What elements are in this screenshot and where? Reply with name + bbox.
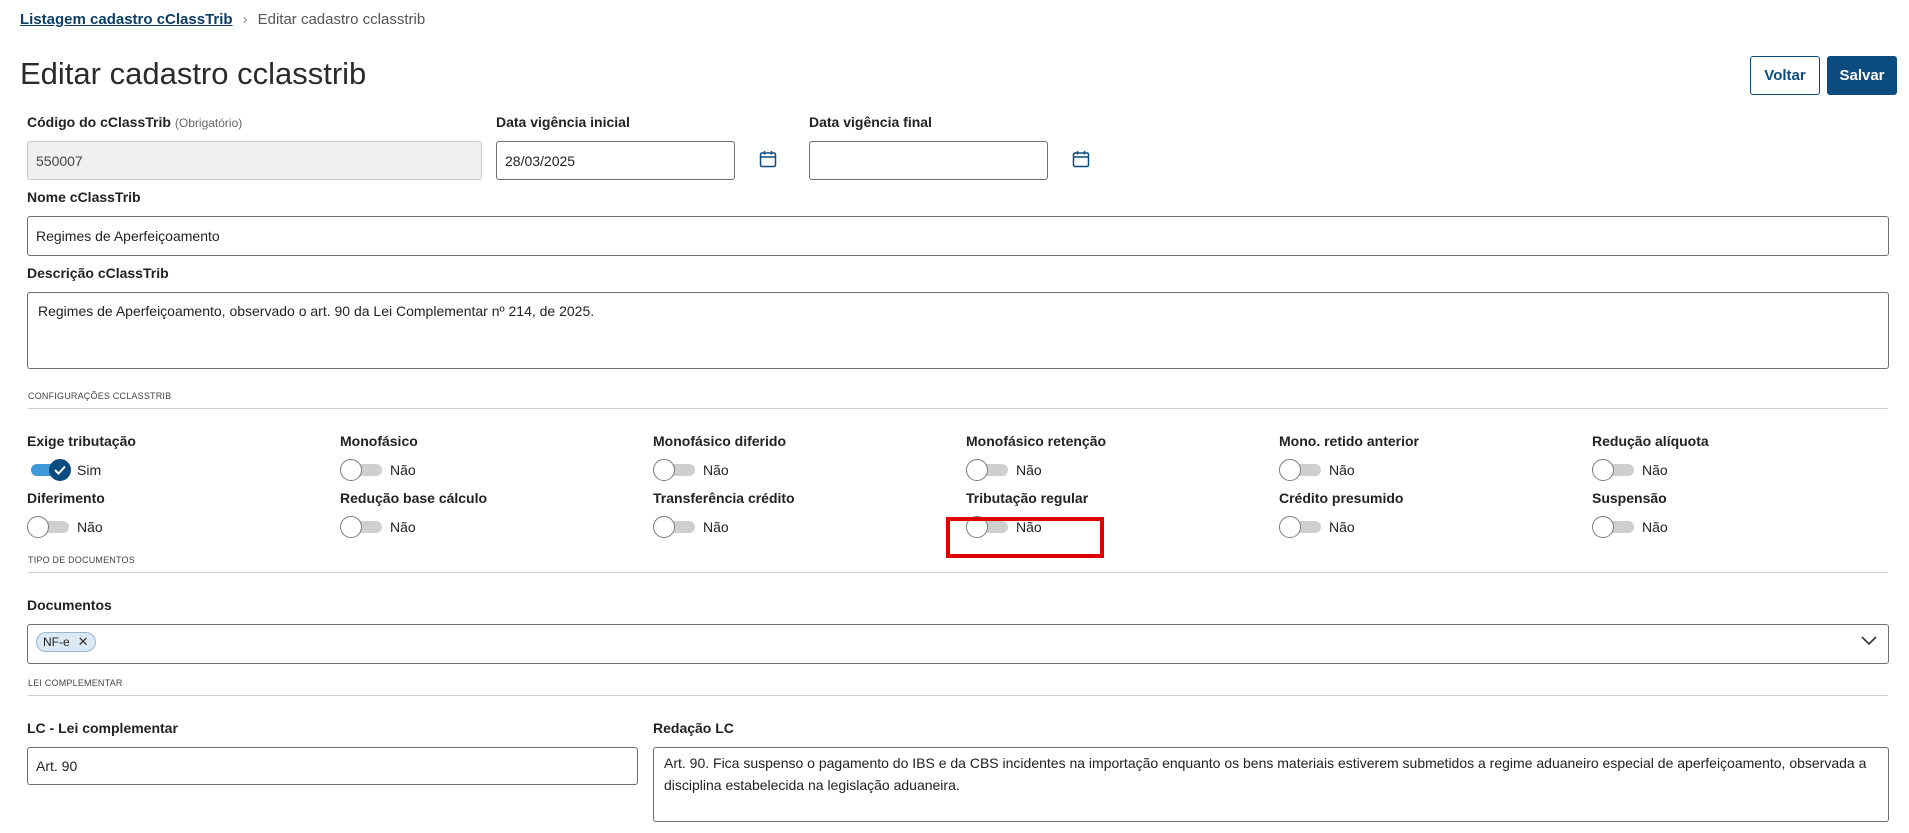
toggle-value: Não — [1329, 462, 1355, 478]
toggle-value: Não — [1016, 462, 1042, 478]
descricao-textarea[interactable]: Regimes de Aperfeiçoamento, observado o … — [27, 292, 1889, 369]
chip-label: NF-e — [43, 635, 70, 649]
codigo-field: 550007 — [27, 141, 482, 180]
toggle-label: Monofásico — [340, 433, 418, 449]
toggle-value: Sim — [77, 462, 102, 478]
lc-section-title: LEI COMPLEMENTAR — [28, 678, 123, 688]
toggle-switch[interactable] — [1592, 459, 1636, 481]
toggle-switch[interactable] — [27, 459, 71, 481]
toggle-switch[interactable] — [653, 516, 697, 538]
document-chip: NF-e ✕ — [36, 632, 96, 652]
toggle-label: Tributação regular — [966, 490, 1089, 506]
breadcrumb-current: Editar cadastro cclasstrib — [257, 11, 426, 28]
divider — [28, 695, 1888, 696]
chevron-down-icon[interactable] — [1861, 636, 1877, 646]
toggle-label: Crédito presumido — [1279, 490, 1404, 506]
breadcrumb: Listagem cadastro cClassTrib › Editar ca… — [20, 11, 425, 28]
toggle-switch[interactable] — [27, 516, 71, 538]
toggle-switch[interactable] — [1279, 516, 1323, 538]
save-button[interactable]: Salvar — [1827, 56, 1897, 95]
toggle-label: Mono. retido anterior — [1279, 433, 1419, 449]
toggle-value: Não — [1329, 519, 1355, 535]
breadcrumb-link-listagem[interactable]: Listagem cadastro cClassTrib — [20, 11, 233, 28]
highlight-box — [946, 517, 1104, 558]
toggle-value: Não — [390, 462, 416, 478]
toggle-label: Suspensão — [1592, 490, 1667, 506]
toggle-value: Não — [1642, 462, 1668, 478]
vigencia-inicial-label: Data vigência inicial — [496, 114, 630, 130]
back-button[interactable]: Voltar — [1750, 56, 1820, 95]
codigo-label-text: Código do cClassTrib — [27, 114, 171, 130]
redacao-label: Redação LC — [653, 720, 734, 736]
toggle-switch[interactable] — [966, 459, 1010, 481]
toggle-switch[interactable] — [1592, 516, 1636, 538]
vigencia-final-label: Data vigência final — [809, 114, 932, 130]
vigencia-final-field[interactable] — [809, 141, 1048, 180]
vigencia-inicial-field[interactable]: 28/03/2025 — [496, 141, 735, 180]
toggle-switch[interactable] — [340, 459, 384, 481]
toggle-value: Não — [77, 519, 103, 535]
toggle-value: Não — [1642, 519, 1668, 535]
toggle-label: Transferência crédito — [653, 490, 795, 506]
toggle-label: Monofásico retenção — [966, 433, 1107, 449]
toggle-label: Monofásico diferido — [653, 433, 786, 449]
nome-label: Nome cClassTrib — [27, 189, 141, 205]
calendar-icon[interactable] — [1072, 150, 1090, 168]
documentos-multiselect[interactable] — [27, 624, 1889, 664]
calendar-icon[interactable] — [759, 150, 777, 168]
toggle-label: Redução base cálculo — [340, 490, 488, 506]
redacao-textarea[interactable]: Art. 90. Fica suspenso o pagamento do IB… — [653, 747, 1889, 822]
chevron-right-icon: › — [242, 11, 248, 28]
documentos-label: Documentos — [27, 597, 112, 613]
close-icon[interactable]: ✕ — [78, 634, 89, 650]
toggle-value: Não — [703, 519, 729, 535]
page-title: Editar cadastro cclasstrib — [20, 56, 367, 91]
divider — [28, 572, 1888, 573]
toggle-label: Exige tributação — [27, 433, 136, 449]
lc-field[interactable]: Art. 90 — [27, 747, 638, 785]
divider — [28, 408, 1888, 409]
toggle-switch[interactable] — [1279, 459, 1323, 481]
nome-field[interactable]: Regimes de Aperfeiçoamento — [27, 216, 1889, 256]
codigo-label: Código do cClassTrib (Obrigatório) — [27, 114, 242, 130]
lc-label: LC - Lei complementar — [27, 720, 178, 736]
required-hint: (Obrigatório) — [174, 116, 243, 130]
documents-section-title: TIPO DE DOCUMENTOS — [28, 555, 135, 565]
toggle-label: Redução alíquota — [1592, 433, 1709, 449]
descricao-label: Descrição cClassTrib — [27, 265, 169, 281]
toggle-switch[interactable] — [653, 459, 697, 481]
toggle-label: Diferimento — [27, 490, 105, 506]
config-section-title: CONFIGURAÇÕES CCLASSTRIB — [28, 391, 172, 401]
toggle-value: Não — [703, 462, 729, 478]
toggle-value: Não — [390, 519, 416, 535]
toggle-switch[interactable] — [340, 516, 384, 538]
